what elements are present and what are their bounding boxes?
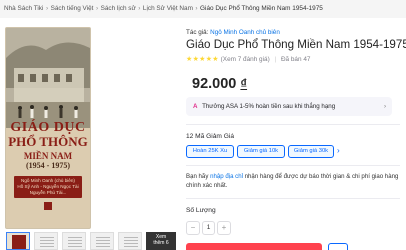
quantity-decrease-button[interactable]: − <box>186 221 200 235</box>
cover-title-line: MIỀN NAM <box>23 151 73 161</box>
thumbnail-cover <box>12 235 26 249</box>
cover-title: GIÁO DỤC PHỔ THÔNG MIỀN NAM (1954 - 1975… <box>6 120 90 171</box>
cover-title-line: GIÁO DỤC <box>10 120 86 135</box>
breadcrumb-item-current: Giáo Dục Phổ Thông Miền Nam 1954-1975 <box>200 5 323 12</box>
cover-title-years: (1954 - 1975) <box>26 161 70 170</box>
breadcrumb-separator: › <box>95 5 99 12</box>
thumbnail-item[interactable] <box>6 232 30 250</box>
chevron-right-icon[interactable]: › <box>337 145 340 157</box>
coupon-tag[interactable]: Giảm giá 10k <box>237 145 285 158</box>
coupon-tag[interactable]: Hoàn 25K Xu <box>186 145 234 158</box>
sold-count: Đã bán 47 <box>280 56 311 63</box>
coupons-title: 12 Mã Giảm Giá <box>186 133 235 140</box>
sparkle-icon: A <box>193 103 198 110</box>
divider <box>186 165 400 166</box>
author-line: Tác giả: Ngô Minh Oanh chủ biên <box>186 29 280 36</box>
thumbnail-item[interactable] <box>90 232 114 250</box>
chat-button[interactable] <box>328 243 348 250</box>
cover-author-line: Nguyễn Phú Tài... <box>29 190 67 195</box>
divider <box>186 198 400 199</box>
price-currency: ₫ <box>240 76 248 91</box>
quantity-input[interactable]: 1 <box>202 221 215 235</box>
breadcrumb-separator: › <box>195 5 198 12</box>
breadcrumb-separator: › <box>45 5 49 12</box>
coupon-tag[interactable]: Giảm giá 30k <box>288 145 334 158</box>
product-title: Giáo Dục Phổ Thông Miền Nam 1954-1975 <box>186 38 406 51</box>
cover-authors: Ngô Minh Oanh (chủ biên) Hồ Sỹ Anh - Ngu… <box>14 176 82 198</box>
quantity-label: Số Lượng <box>186 207 216 214</box>
price-amount: 92.000 <box>192 76 237 92</box>
rating-line: ★★★★★ (Xem 7 đánh giá) | Đã bán 47 <box>186 56 311 63</box>
publisher-logo-icon <box>44 202 52 210</box>
asa-reward-banner[interactable]: A Thưởng ASA 1-5% hoàn tiền sau khi thắn… <box>186 97 392 116</box>
cover-photo <box>6 28 90 128</box>
thumbnail-item[interactable] <box>62 232 86 250</box>
breadcrumb-separator: › <box>138 5 141 12</box>
breadcrumb-item-home[interactable]: Nhà Sách Tiki <box>4 5 43 12</box>
chevron-right-icon: › <box>383 103 386 110</box>
enter-address-link[interactable]: nhập địa chỉ <box>210 173 243 180</box>
view-more-count: thêm 6 <box>153 240 169 246</box>
thumbnail-strip: Xem thêm 6 <box>0 232 176 250</box>
quantity-increase-button[interactable]: + <box>217 221 231 235</box>
shipping-prefix: Bạn hãy <box>186 173 209 180</box>
quantity-stepper: − 1 + <box>186 221 231 235</box>
author-link[interactable]: Ngô Minh Oanh chủ biên <box>210 29 280 36</box>
product-price: 92.000 ₫ <box>192 76 247 92</box>
divider <box>186 124 400 125</box>
cover-title-line: PHỔ THÔNG <box>8 134 88 149</box>
buy-now-button[interactable] <box>186 243 322 250</box>
view-more-images-button[interactable]: Xem thêm 6 <box>146 232 176 250</box>
product-cover-image[interactable]: GIÁO DỤC PHỔ THÔNG MIỀN NAM (1954 - 1975… <box>6 28 90 228</box>
author-prefix: Tác giả: <box>186 29 209 36</box>
star-rating-icon: ★★★★★ <box>186 56 219 63</box>
breadcrumb-item-history-books[interactable]: Sách lịch sử <box>101 5 136 12</box>
breadcrumb: Nhà Sách Tiki › Sách tiếng Việt › Sách lịch … <box>0 0 406 18</box>
breadcrumb-item-vietnam-history[interactable]: Lịch Sử Việt Nam <box>143 5 193 12</box>
promo-text: Thưởng ASA 1-5% hoàn tiền sau khi thắng … <box>202 103 336 110</box>
breadcrumb-item-vietnamese-books[interactable]: Sách tiếng Việt <box>51 5 94 12</box>
thumbnail-item[interactable] <box>118 232 142 250</box>
shipping-notice: Bạn hãy nhập địa chỉ nhận hàng để được d… <box>186 172 400 190</box>
thumbnail-item[interactable] <box>34 232 58 250</box>
reviews-link[interactable]: (Xem 7 đánh giá) <box>221 56 270 63</box>
